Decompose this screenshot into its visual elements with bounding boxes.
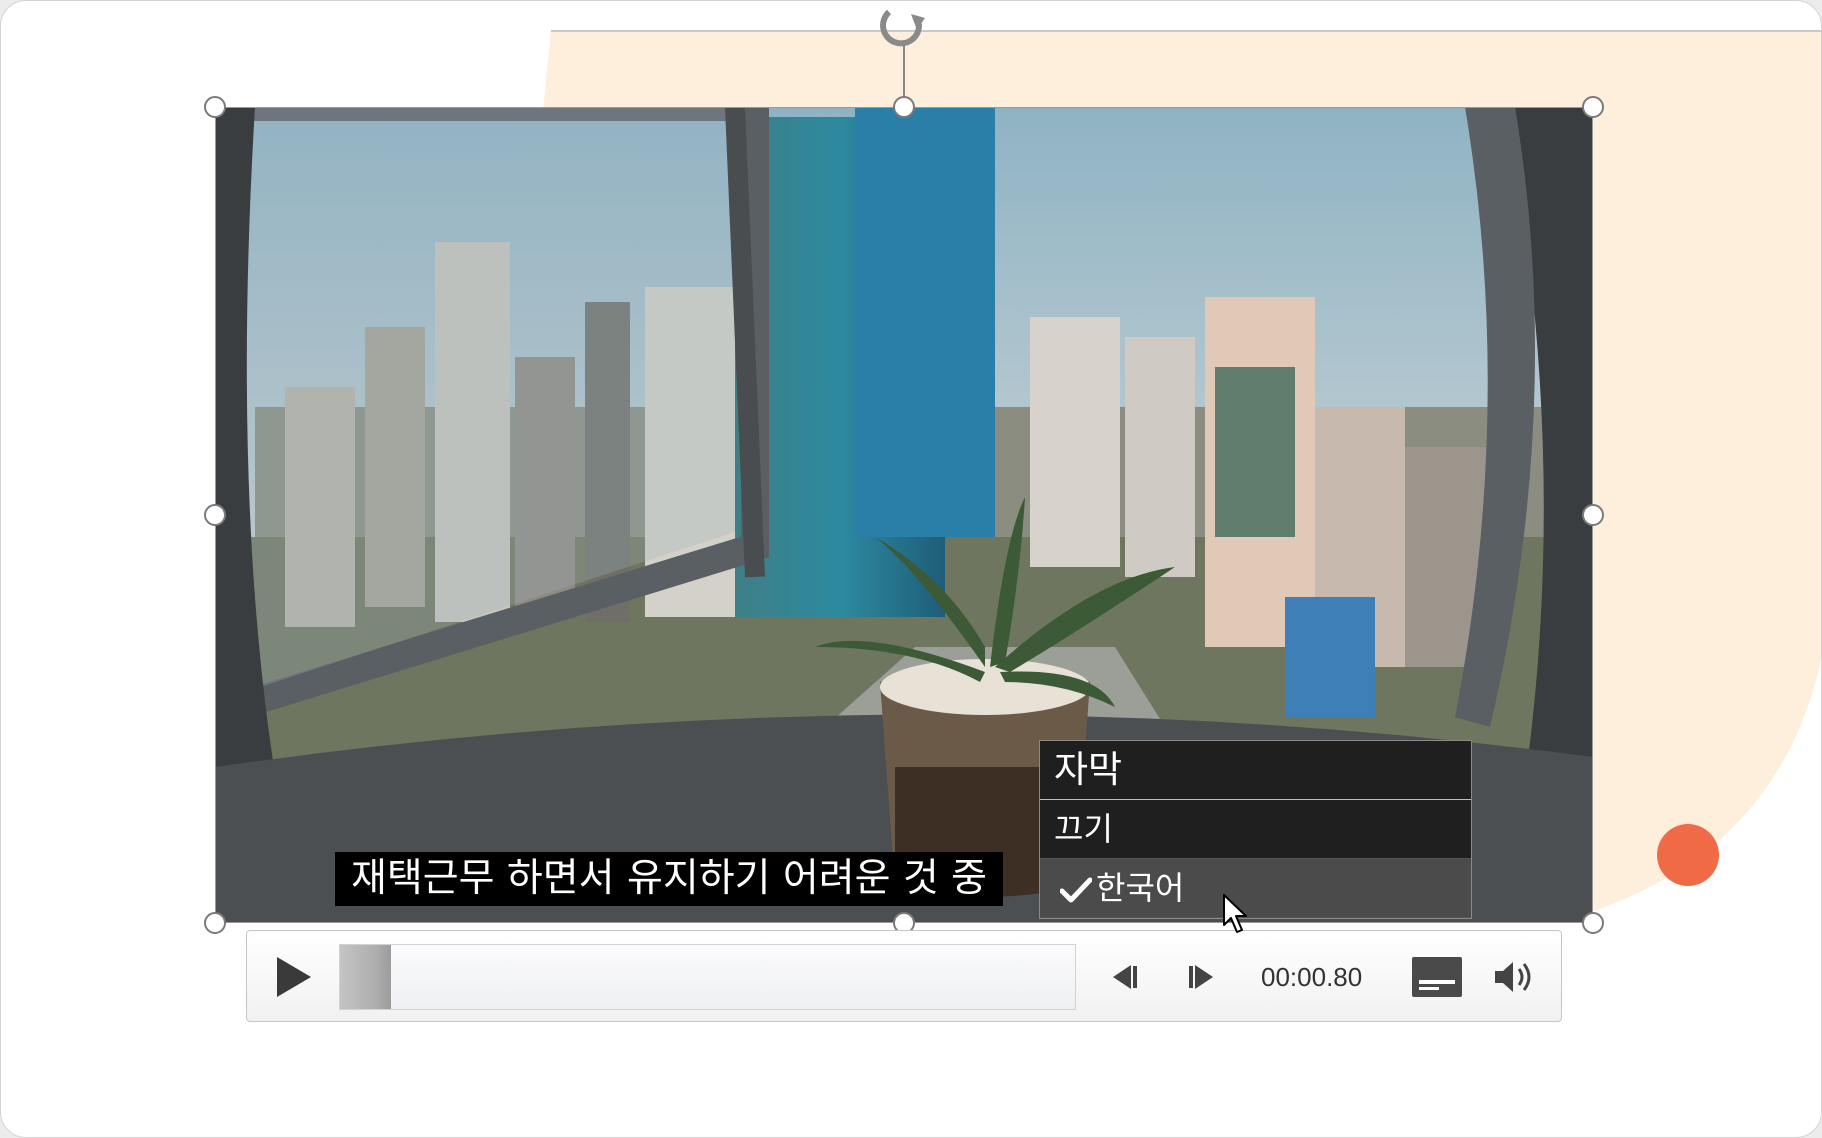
play-icon — [277, 957, 311, 997]
video-subtitle: 재택근무 하면서 유지하기 어려운 것 중 — [335, 852, 1004, 906]
captions-option-off[interactable]: 끄기 — [1040, 800, 1471, 859]
timeline-progress — [340, 945, 392, 1009]
step-forward-button[interactable] — [1183, 961, 1219, 993]
resize-handle-bottom-right[interactable] — [1582, 912, 1604, 934]
volume-icon — [1495, 962, 1531, 992]
resize-handle-top[interactable] — [893, 96, 915, 118]
resize-handle-right[interactable] — [1582, 504, 1604, 526]
captions-button[interactable] — [1411, 956, 1463, 998]
captions-option-label: 끄기 — [1054, 810, 1113, 848]
step-back-icon — [1113, 965, 1137, 989]
video-frame[interactable]: 재택근무 하면서 유지하기 어려운 것 중 자막 끄기 한국어 — [215, 107, 1593, 923]
timeline-scrubber[interactable] — [339, 944, 1076, 1010]
captions-icon — [1412, 957, 1462, 997]
check-icon — [1060, 876, 1096, 904]
step-back-button[interactable] — [1107, 961, 1143, 993]
media-controls-bar: 00:00.80 — [246, 930, 1562, 1022]
volume-button[interactable] — [1491, 957, 1535, 997]
captions-option-korean[interactable]: 한국어 — [1040, 859, 1471, 918]
captions-option-label: 한국어 — [1096, 869, 1185, 907]
time-display: 00:00.80 — [1261, 962, 1363, 992]
resize-handle-top-left[interactable] — [204, 96, 226, 118]
slide-top-line — [551, 30, 1821, 32]
resize-handle-bottom-left[interactable] — [204, 912, 226, 934]
mouse-cursor-icon — [1222, 893, 1250, 939]
rotate-icon[interactable] — [877, 4, 931, 52]
resize-handle-top-right[interactable] — [1582, 96, 1604, 118]
play-button[interactable] — [271, 953, 317, 1001]
step-forward-icon — [1189, 965, 1213, 989]
decorative-orange-dot — [1657, 824, 1719, 886]
resize-handle-left[interactable] — [204, 504, 226, 526]
captions-menu-header: 자막 — [1040, 741, 1471, 800]
captions-menu: 자막 끄기 한국어 — [1039, 740, 1472, 919]
